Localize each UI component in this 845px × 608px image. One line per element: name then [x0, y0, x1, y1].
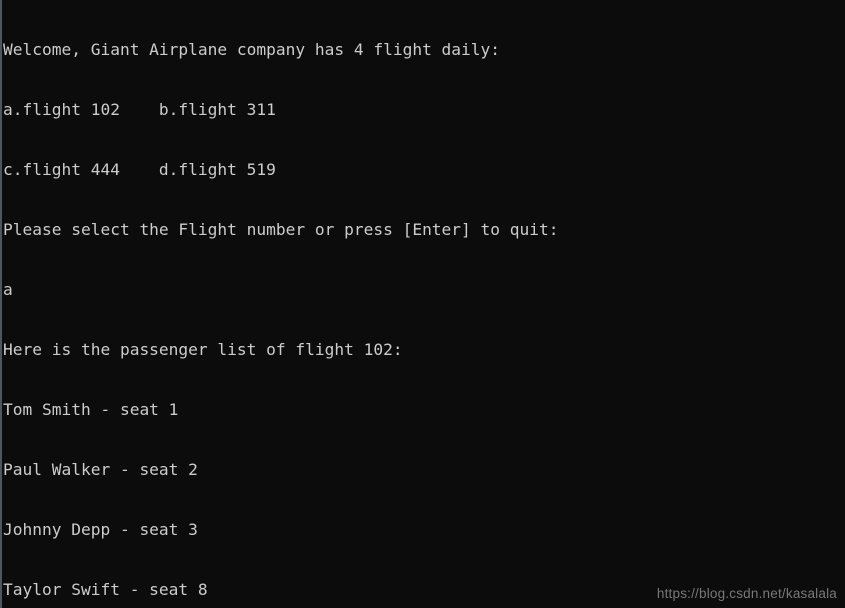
passenger-list-item: Tom Smith - seat 1 [3, 400, 179, 419]
terminal-window: Welcome, Giant Airplane company has 4 fl… [0, 0, 845, 608]
window-left-edge [0, 0, 2, 608]
passenger-list-item: Paul Walker - seat 2 [3, 460, 198, 479]
passenger-list-item: Johnny Depp - seat 3 [3, 520, 198, 539]
terminal-input-echo: a [3, 280, 13, 299]
terminal-line: Here is the passenger list of flight 102… [3, 340, 403, 359]
terminal-output[interactable]: Welcome, Giant Airplane company has 4 fl… [3, 0, 845, 608]
terminal-line: Please select the Flight number or press… [3, 220, 559, 239]
terminal-line: Welcome, Giant Airplane company has 4 fl… [3, 40, 501, 59]
terminal-line: a.flight 102 b.flight 311 [3, 100, 276, 119]
watermark-url: https://blog.csdn.net/kasalala [656, 586, 837, 601]
terminal-line: c.flight 444 d.flight 519 [3, 160, 276, 179]
